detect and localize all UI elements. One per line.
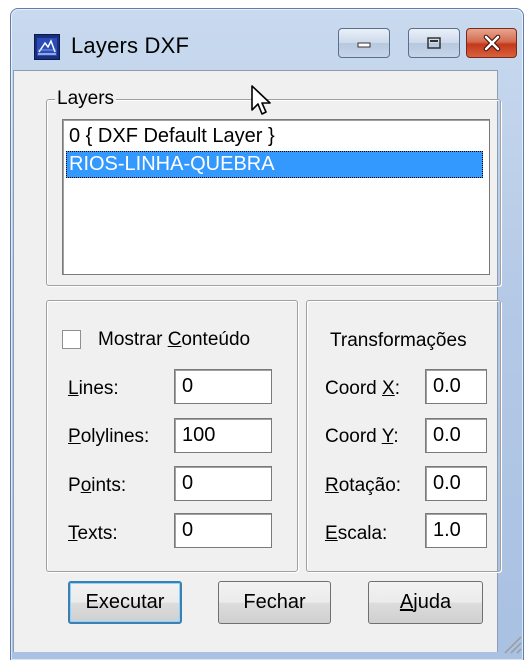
- close-button[interactable]: [466, 28, 517, 58]
- layers-listbox[interactable]: 0 { DXF Default Layer } RIOS-LINHA-QUEBR…: [62, 119, 490, 275]
- window-title: Layers DXF: [71, 33, 190, 58]
- coord-y-label-accel: Y: [381, 426, 394, 447]
- mouse-cursor-icon: [251, 85, 271, 115]
- show-content-checkbox[interactable]: [62, 330, 81, 349]
- rotation-label-rest: otação:: [338, 475, 402, 496]
- texts-label-accel: T: [68, 523, 78, 544]
- scale-label-rest: scala:: [337, 523, 388, 544]
- rotation-label-accel: R: [325, 475, 339, 496]
- texts-label: Texts:: [68, 523, 118, 545]
- help-button[interactable]: Ajuda: [368, 581, 483, 624]
- polylines-field[interactable]: 100: [174, 418, 272, 453]
- list-item[interactable]: 0 { DXF Default Layer }: [66, 123, 275, 150]
- app-icon: [34, 34, 60, 60]
- close-icon: [483, 34, 500, 52]
- list-item-selected[interactable]: RIOS-LINHA-QUEBRA: [66, 151, 483, 178]
- coord-y-field[interactable]: 0.0: [425, 418, 487, 453]
- lines-label-accel: L: [68, 378, 79, 399]
- transform-group-title: Transformações: [330, 330, 467, 351]
- help-button-accel: A: [399, 591, 414, 613]
- title-bar[interactable]: Layers DXF: [11, 9, 523, 79]
- coord-x-label-rest: :: [394, 378, 400, 399]
- polylines-label-accel: P: [68, 426, 81, 447]
- points-label-accel: o: [80, 475, 92, 496]
- rotation-label: Rotação:: [325, 475, 401, 497]
- polylines-label: Polylines:: [68, 426, 149, 448]
- scale-label: Escala:: [325, 523, 387, 545]
- help-button-rest: juda: [413, 591, 452, 613]
- close-dialog-button[interactable]: Fechar: [218, 581, 331, 624]
- texts-label-rest: exts:: [77, 523, 118, 544]
- points-field[interactable]: 0: [174, 466, 272, 501]
- maximize-icon: [427, 37, 441, 49]
- resize-grip-icon[interactable]: [501, 633, 523, 655]
- scale-label-accel: E: [325, 523, 338, 544]
- rotation-field[interactable]: 0.0: [425, 466, 487, 501]
- coord-y-label-pre: Coord: [325, 426, 382, 447]
- lines-field[interactable]: 0: [174, 369, 272, 404]
- lines-label-rest: ines:: [78, 378, 119, 399]
- scale-field[interactable]: 1.0: [425, 513, 487, 548]
- texts-field[interactable]: 0: [174, 513, 272, 548]
- show-content-label-pre: Mostrar: [98, 329, 168, 350]
- points-label-rest: ints:: [91, 475, 127, 496]
- show-content-label-post: onteúdo: [181, 329, 251, 350]
- coord-y-label: Coord Y:: [325, 426, 399, 448]
- layers-group-legend: Layers: [55, 88, 117, 110]
- coord-y-label-rest: :: [393, 426, 399, 447]
- lines-label: Lines:: [68, 378, 119, 400]
- polylines-label-rest: olylines:: [80, 426, 150, 447]
- minimize-button[interactable]: [338, 28, 390, 58]
- coord-x-label-pre: Coord: [325, 378, 383, 399]
- minimize-icon: [357, 42, 371, 48]
- coord-x-label-accel: X: [382, 378, 395, 399]
- coord-x-label: Coord X:: [325, 378, 400, 400]
- points-label-pre: P: [68, 475, 81, 496]
- execute-button[interactable]: Executar: [68, 581, 182, 624]
- show-content-label-accel: C: [167, 329, 182, 350]
- coord-x-field[interactable]: 0.0: [425, 369, 487, 404]
- show-content-label[interactable]: Mostrar Conteúdo: [98, 329, 250, 351]
- points-label: Points:: [68, 475, 126, 497]
- maximize-button[interactable]: [408, 28, 460, 58]
